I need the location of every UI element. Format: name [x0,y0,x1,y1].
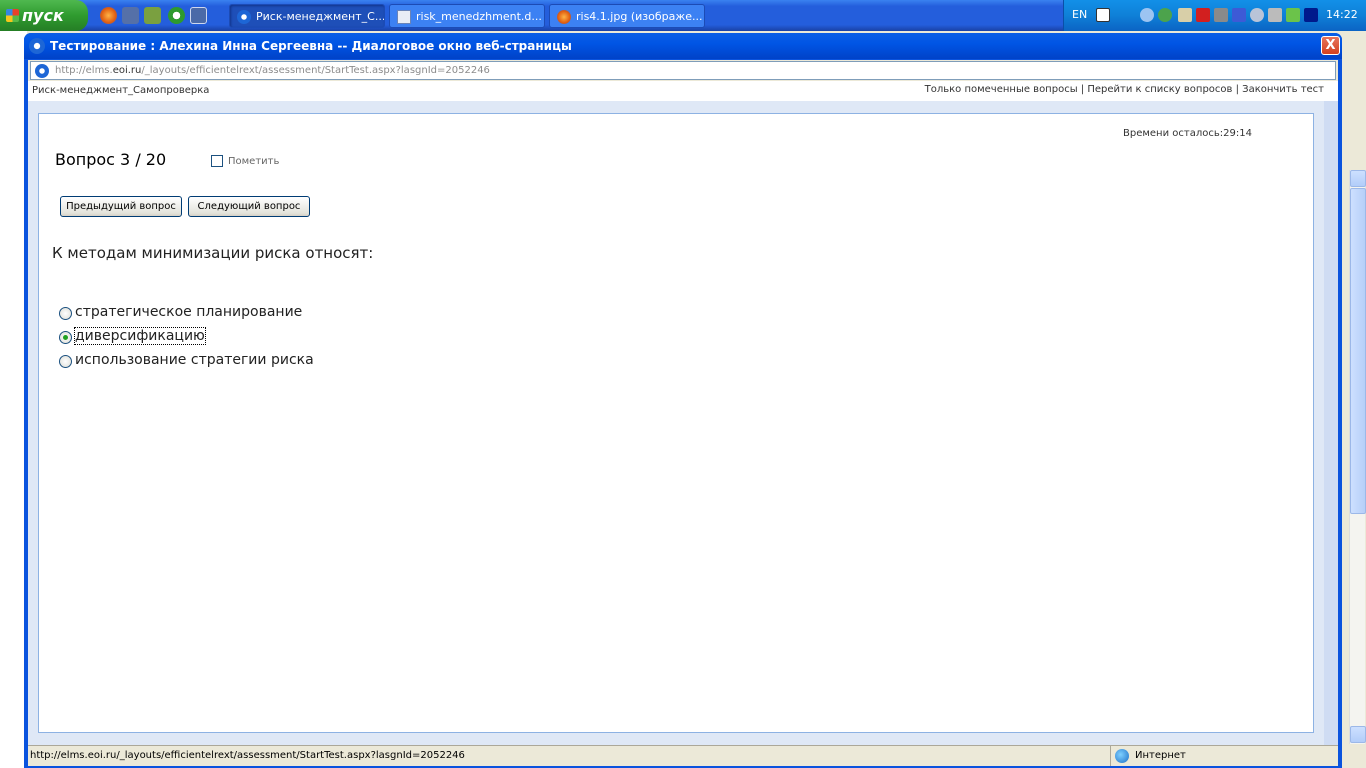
background-page-strip [0,31,27,768]
task-risk-management[interactable]: Риск-менеджмент_С... [229,4,385,28]
status-url: http://elms.eoi.ru/_layouts/efficientelr… [30,750,465,761]
firefox-icon [557,10,571,24]
answer-radio-selected[interactable] [59,331,72,344]
windows-logo-icon [6,9,19,22]
link-separator: | [1232,84,1243,95]
close-button[interactable]: X [1321,36,1340,55]
previous-question-button[interactable]: Предыдущий вопрос [60,196,182,217]
mark-checkbox[interactable] [211,155,223,167]
system-tray: EN 14:22 [1063,0,1366,31]
volume-icon[interactable] [1250,8,1264,22]
scroll-down-button[interactable] [1350,726,1366,743]
dialog-window: Тестирование : Алехина Инна Сергеевна --… [24,33,1342,768]
antivirus-icon[interactable] [1196,8,1210,22]
help-icon[interactable] [1096,8,1110,22]
safely-remove-icon[interactable] [1286,8,1300,22]
question-text: К методам минимизации риска относят: [52,244,374,262]
task-document[interactable]: risk_menedzhment.d... [389,4,545,28]
dialog-title: Тестирование : Алехина Инна Сергеевна --… [50,39,572,53]
course-title: Риск-менеджмент_Самопроверка [32,85,210,96]
question-list-link[interactable]: Перейти к списку вопросов [1087,84,1232,95]
language-indicator[interactable]: EN [1072,8,1087,21]
background-scrollbar[interactable] [1349,170,1366,744]
answer-label[interactable]: стратегическое планирование [75,304,302,320]
status-bar: http://elms.eoi.ru/_layouts/efficientelr… [28,745,1338,766]
zone-label: Интернет [1135,750,1186,761]
page-icon [35,64,49,78]
frame-scrollbar[interactable] [1324,101,1338,745]
network-icon[interactable] [1158,8,1172,22]
address-bar: http://elms.eoi.ru/_layouts/efficientelr… [28,60,1338,81]
ie-icon [237,10,251,24]
answer-label[interactable]: диверсификацию [74,327,206,345]
address-field[interactable]: http://elms.eoi.ru/_layouts/efficientelr… [30,61,1336,80]
link-separator: | [1077,84,1088,95]
start-button[interactable]: пуск [0,0,88,31]
tray-tool-icon[interactable] [1268,8,1282,22]
finish-test-link[interactable]: Закончить тест [1242,84,1324,95]
task-image[interactable]: ris4.1.jpg (изображе... [549,4,705,28]
scroll-up-button[interactable] [1350,170,1366,187]
tray-square-icon[interactable] [1304,8,1318,22]
answer-label[interactable]: использование стратегии риска [75,352,314,368]
tray-app-icon[interactable] [1178,8,1192,22]
task-label: ris4.1.jpg (изображе... [576,10,703,23]
bluetooth-icon[interactable] [1232,8,1246,22]
task-label: Риск-менеджмент_С... [256,10,385,23]
scroll-thumb[interactable] [1350,188,1366,514]
answer-radio[interactable] [59,355,72,368]
test-topbar: Риск-менеджмент_Самопроверка Только поме… [28,81,1338,101]
question-number: Вопрос 3 / 20 [55,150,167,169]
utorrent-icon[interactable] [168,7,185,24]
dialog-content: Риск-менеджмент_Самопроверка Только поме… [28,81,1338,745]
globe-icon [1115,749,1129,763]
answer-radio[interactable] [59,307,72,320]
desktop-icon[interactable] [190,7,207,24]
time-remaining: Времени осталось:29:14 [1123,128,1252,139]
security-zone: Интернет [1110,746,1338,766]
mark-label[interactable]: Пометить [228,156,279,167]
start-label: пуск [22,6,64,25]
test-navigation-links: Только помеченные вопросы | Перейти к сп… [925,84,1324,95]
save-icon[interactable] [122,7,139,24]
utility-icon[interactable] [144,7,161,24]
firefox-icon[interactable] [100,7,117,24]
back-arrow-icon[interactable] [1140,8,1154,22]
monitor-icon[interactable] [1214,8,1228,22]
question-panel: Времени осталось:29:14 Вопрос 3 / 20 Пом… [38,113,1314,733]
taskbar: пуск Риск-менеджмент_С... risk_menedzhme… [0,0,1366,31]
dialog-titlebar[interactable]: Тестирование : Алехина Инна Сергеевна --… [24,33,1342,59]
marked-questions-link[interactable]: Только помеченные вопросы [925,84,1078,95]
task-label: risk_menedzhment.d... [416,10,542,23]
next-question-button[interactable]: Следующий вопрос [188,196,310,217]
document-icon [397,10,411,24]
clock: 14:22 [1326,8,1358,21]
question-frame: Времени осталось:29:14 Вопрос 3 / 20 Пом… [28,101,1324,745]
address-url: http://elms.eoi.ru/_layouts/efficientelr… [55,65,490,76]
ie-icon [29,38,45,54]
